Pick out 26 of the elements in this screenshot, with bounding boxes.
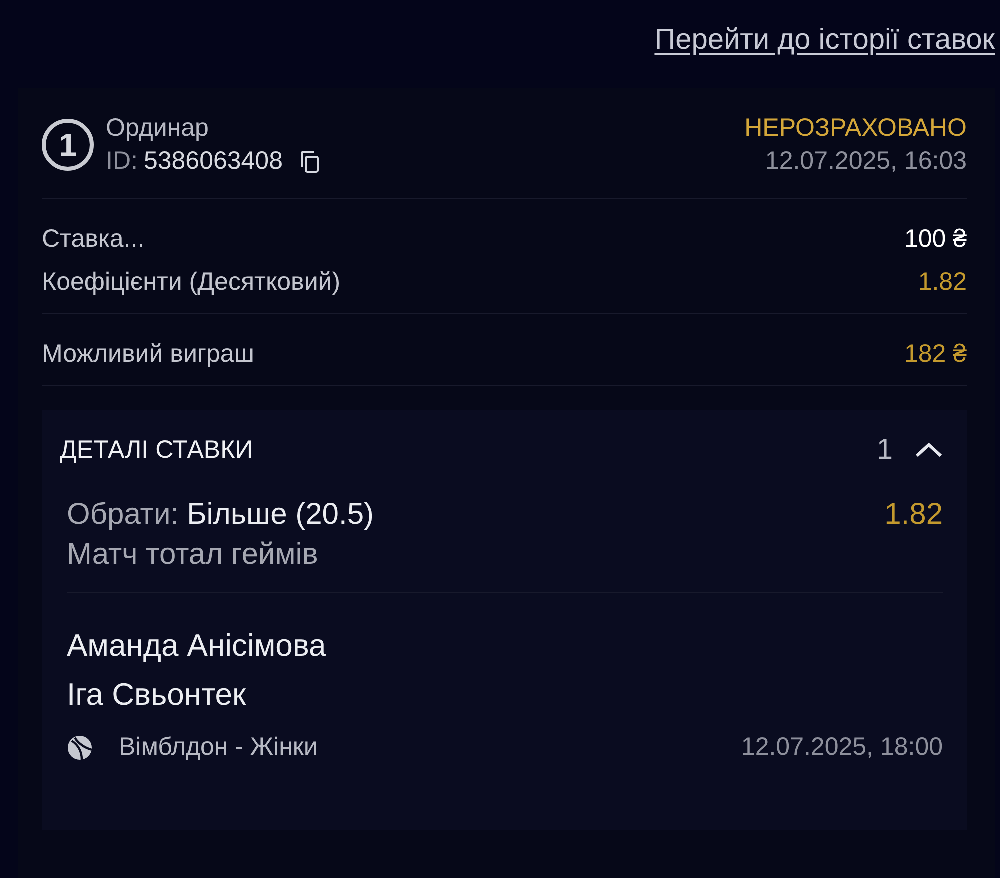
pick-value: Більше (20.5) bbox=[187, 498, 374, 532]
summary-label: Ставка... bbox=[42, 225, 145, 254]
chevron-up-icon[interactable] bbox=[915, 442, 943, 458]
bet-date: 12.07.2025, 16:03 bbox=[764, 147, 967, 176]
bet-id: 5386063408 bbox=[144, 147, 283, 176]
summary-label: Коефіцієнти (Десятковий) bbox=[42, 268, 341, 297]
tennis-ball-icon bbox=[67, 734, 93, 760]
selection-count: 1 bbox=[876, 434, 893, 466]
bet-type-badge: 1 bbox=[42, 119, 94, 171]
event-date: 12.07.2025, 18:00 bbox=[741, 733, 943, 762]
player-name: Іга Свьонтек bbox=[67, 676, 248, 714]
market-name: Матч тотал геймів bbox=[67, 538, 320, 572]
odds-value: 1.82 bbox=[884, 498, 943, 533]
details-title: ДЕТАЛІ СТАВКИ bbox=[60, 436, 254, 464]
summary-value: 1.82 bbox=[918, 268, 967, 297]
summary-value: 182 ₴ bbox=[904, 340, 967, 369]
bet-type: Ординар bbox=[106, 114, 210, 143]
summary-value: 100 ₴ bbox=[904, 225, 967, 254]
pick-label: Обрати: bbox=[67, 498, 180, 532]
id-label: ID: bbox=[106, 147, 138, 176]
player-name: Аманда Анісімова bbox=[67, 627, 328, 665]
tournament-name: Вімблдон - Жінки bbox=[119, 733, 318, 762]
copy-icon[interactable] bbox=[299, 150, 321, 174]
summary-label: Можливий виграш bbox=[42, 340, 254, 369]
bet-status: НЕРОЗРАХОВАНО bbox=[744, 114, 967, 143]
history-link[interactable]: Перейти до історії ставок bbox=[654, 24, 995, 62]
